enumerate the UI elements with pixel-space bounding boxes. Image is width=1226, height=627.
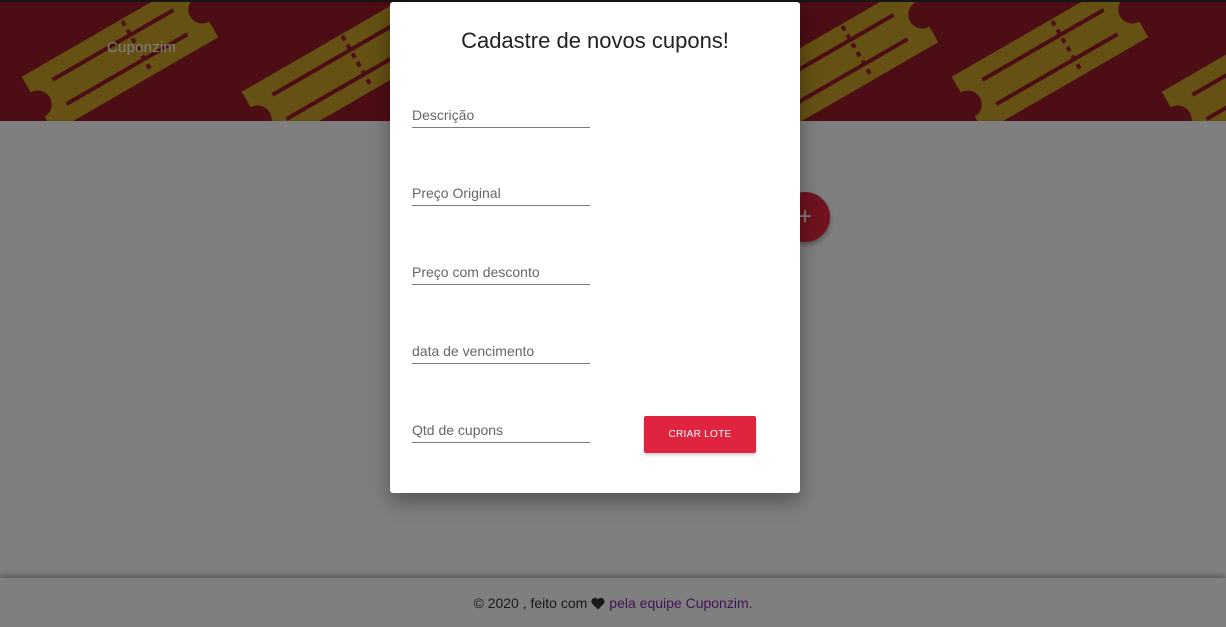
- expiration-date-field: [412, 339, 590, 364]
- new-coupon-modal: Cadastre de novos cupons! CRIAR LOTE: [390, 2, 800, 493]
- expiration-date-input[interactable]: [412, 339, 590, 362]
- original-price-input[interactable]: [412, 181, 590, 204]
- discount-price-input[interactable]: [412, 260, 590, 283]
- coupon-quantity-input[interactable]: [412, 418, 590, 441]
- original-price-field: [412, 181, 590, 206]
- create-batch-button[interactable]: CRIAR LOTE: [644, 416, 756, 453]
- discount-price-field: [412, 260, 590, 285]
- description-input[interactable]: [412, 103, 590, 126]
- coupon-quantity-field: [412, 418, 590, 443]
- modal-title: Cadastre de novos cupons!: [461, 28, 729, 53]
- description-field: [412, 103, 590, 128]
